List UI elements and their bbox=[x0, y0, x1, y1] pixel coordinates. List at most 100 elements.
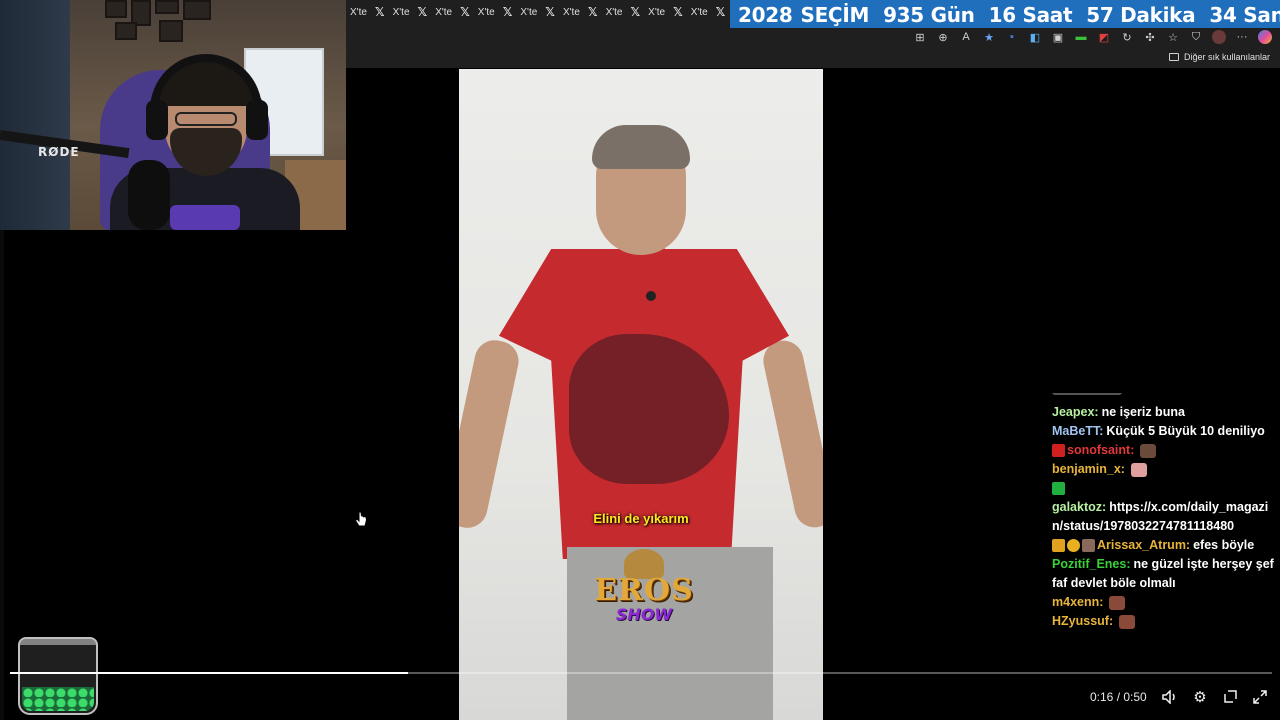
extension-icon[interactable]: ▪ bbox=[1005, 30, 1019, 44]
chat-text: efes böyle bbox=[1193, 538, 1255, 552]
browser-tab[interactable]: X'te 𝕏 bbox=[391, 4, 434, 20]
copilot-icon[interactable] bbox=[1258, 30, 1272, 44]
tab-title: X'te bbox=[350, 6, 367, 18]
chat-message: Pozitif_Enes: ne güzel işte herşey şeffaf… bbox=[1046, 555, 1280, 593]
countdown-hours: 16 Saat bbox=[988, 2, 1073, 27]
x-logo-icon: 𝕏 bbox=[374, 5, 385, 19]
x-logo-icon: 𝕏 bbox=[502, 5, 513, 19]
favorite-star-icon[interactable]: ★ bbox=[982, 30, 996, 44]
extension-icon[interactable]: ◩ bbox=[1097, 30, 1111, 44]
chat-badge-icon bbox=[1052, 444, 1065, 458]
x-logo-icon: 𝕏 bbox=[587, 5, 598, 19]
chat-message: benjamin_x: bbox=[1046, 460, 1280, 479]
popout-icon[interactable] bbox=[1221, 688, 1239, 706]
browser-toolbar: ⊞ ⊕ A ★ ▪ ◧ ▣ ▬ ◩ ↻ ✣ ☆ ⛉ ··· bbox=[346, 28, 1280, 48]
browser-tab[interactable]: X'te 𝕏 bbox=[433, 4, 476, 20]
hand-cursor-icon bbox=[354, 511, 368, 527]
settings-gear-icon[interactable]: ⚙ bbox=[1191, 688, 1209, 706]
webcam-overlay: RØDE bbox=[0, 0, 346, 230]
progress-fill bbox=[10, 672, 408, 674]
chat-badge-icon bbox=[1082, 539, 1095, 553]
tab-title: X'te bbox=[562, 6, 580, 18]
chat-username[interactable]: Pozitif_Enes: bbox=[1052, 557, 1131, 571]
tab-title: X'te bbox=[435, 6, 453, 18]
chat-username[interactable]: m4xenn: bbox=[1052, 595, 1103, 609]
extension-icon[interactable]: ✣ bbox=[1143, 30, 1157, 44]
chat-username[interactable]: HZyussuf: bbox=[1052, 614, 1113, 628]
chat-message: Jeapex: ne işeriz buna bbox=[1046, 403, 1280, 422]
tab-title: X'te bbox=[520, 6, 538, 18]
chat-message: sonofsaint: bbox=[1046, 441, 1280, 460]
bookmark-folder-label: Diğer sık kullanılanlar bbox=[1183, 52, 1270, 62]
shield-icon[interactable]: ⛉ bbox=[1189, 30, 1203, 44]
eros-show-logo: EROS SHOW bbox=[584, 549, 704, 629]
chat-message: HZyussuf: bbox=[1046, 612, 1280, 631]
chat-message: m4xenn: bbox=[1046, 593, 1280, 612]
zoom-icon[interactable]: ⊕ bbox=[936, 30, 950, 44]
video-player[interactable]: Elini de yıkarım EROS SHOW bbox=[459, 69, 823, 720]
x-logo-icon: 𝕏 bbox=[630, 5, 641, 19]
countdown-label: SEÇİM bbox=[800, 2, 870, 27]
emote-brown-icon bbox=[1119, 614, 1136, 629]
logo-sub-text: SHOW bbox=[615, 605, 673, 624]
fullscreen-icon[interactable] bbox=[1251, 688, 1269, 706]
tab-title: X'te bbox=[690, 6, 708, 18]
chat-username[interactable]: galaktoz: bbox=[1052, 500, 1106, 514]
chat-message bbox=[1046, 479, 1280, 498]
x-logo-icon: 𝕏 bbox=[460, 5, 470, 19]
x-logo-icon: 𝕏 bbox=[417, 5, 428, 19]
extension-icon[interactable]: ▬ bbox=[1074, 30, 1088, 44]
tab-title: X'te bbox=[605, 6, 623, 18]
refresh-icon[interactable]: ↻ bbox=[1120, 30, 1134, 44]
apps-icon[interactable]: ⊞ bbox=[913, 30, 927, 44]
chat-username[interactable]: Arissax_Atrum: bbox=[1097, 538, 1190, 552]
chat-text: Küçük 5 Büyük 10 deniliyo bbox=[1106, 424, 1265, 438]
wall-pictures bbox=[105, 0, 215, 50]
other-favorites-folder[interactable]: Diğer sık kullanılanlar bbox=[1168, 52, 1270, 62]
video-time: 0:16 / 0:50 bbox=[1090, 690, 1147, 704]
x-logo-icon: 𝕏 bbox=[673, 5, 683, 19]
chat-username[interactable]: benjamin_x: bbox=[1052, 462, 1125, 476]
tab-title: X'te bbox=[648, 6, 666, 18]
chat-message: Arissax_Atrum: efes böyle bbox=[1046, 536, 1280, 555]
stream-screen: RØDE X'te 𝕏 X'te 𝕏 X'te 𝕏 X'te 𝕏 X'te 𝕏 X'te 𝕏 X'te 𝕏… bbox=[0, 0, 1280, 720]
emote-figure-icon bbox=[1140, 443, 1157, 458]
volume-icon[interactable] bbox=[1161, 688, 1179, 706]
logo-main-text: EROS bbox=[594, 573, 694, 608]
chat-message: galaktoz: https://x.com/daily_magazin/sta… bbox=[1046, 498, 1280, 536]
tab-title: X'te bbox=[392, 6, 410, 18]
browser-tab[interactable]: X'te 𝕏 bbox=[476, 4, 519, 20]
more-menu-icon[interactable]: ··· bbox=[1235, 30, 1249, 44]
browser-tab[interactable]: X'te 𝕏 bbox=[604, 4, 647, 20]
emote-pink-icon bbox=[1130, 462, 1147, 477]
extension-icon[interactable]: ◧ bbox=[1028, 30, 1042, 44]
browser-tab[interactable]: X'te 𝕏 bbox=[689, 4, 732, 20]
x-logo-icon: 𝕏 bbox=[545, 5, 555, 19]
lapel-mic bbox=[646, 291, 656, 301]
browser-tab[interactable]: X'te 𝕏 bbox=[348, 4, 391, 20]
extension-icon[interactable]: ▣ bbox=[1051, 30, 1065, 44]
microphone bbox=[128, 160, 170, 230]
profile-avatar-icon[interactable] bbox=[1212, 30, 1226, 44]
countdown-year: 2028 bbox=[738, 2, 793, 27]
mic-brand-label: RØDE bbox=[38, 145, 80, 159]
marble-jar-widget bbox=[18, 637, 98, 715]
countdown-minutes: 57 Dakika bbox=[1086, 2, 1196, 27]
browser-tab[interactable]: X'te 𝕏 bbox=[518, 4, 561, 20]
favorites-icon[interactable]: ☆ bbox=[1166, 30, 1180, 44]
browser-tab[interactable]: X'te 𝕏 bbox=[561, 4, 604, 20]
read-aloud-icon[interactable]: A bbox=[959, 30, 973, 44]
chat-username[interactable]: Jeapex: bbox=[1052, 405, 1099, 419]
chat-text: ne işeriz buna bbox=[1101, 405, 1185, 419]
chat-username[interactable]: MaBeTT: bbox=[1052, 424, 1103, 438]
chat-messages: Jeapex: ne işeriz buna MaBeTT: Küçük 5 Büyü… bbox=[1046, 403, 1280, 631]
marbles bbox=[22, 687, 94, 711]
chat-badge-icon bbox=[1067, 539, 1080, 553]
folder-icon bbox=[1168, 53, 1179, 61]
tab-list: X'te 𝕏 X'te 𝕏 X'te 𝕏 X'te 𝕏 X'te 𝕏 X'te 𝕏 X'te 𝕏 X'te 𝕏… bbox=[348, 4, 731, 20]
emote-brown-icon bbox=[1109, 595, 1126, 610]
stream-chat: Jeapex: ne işeriz buna MaBeTT: Küçük 5 Büyü… bbox=[1046, 393, 1280, 720]
video-progress-bar[interactable] bbox=[10, 672, 1272, 674]
browser-tab[interactable]: X'te 𝕏 bbox=[646, 4, 689, 20]
chat-username[interactable]: sonofsaint: bbox=[1067, 443, 1134, 457]
